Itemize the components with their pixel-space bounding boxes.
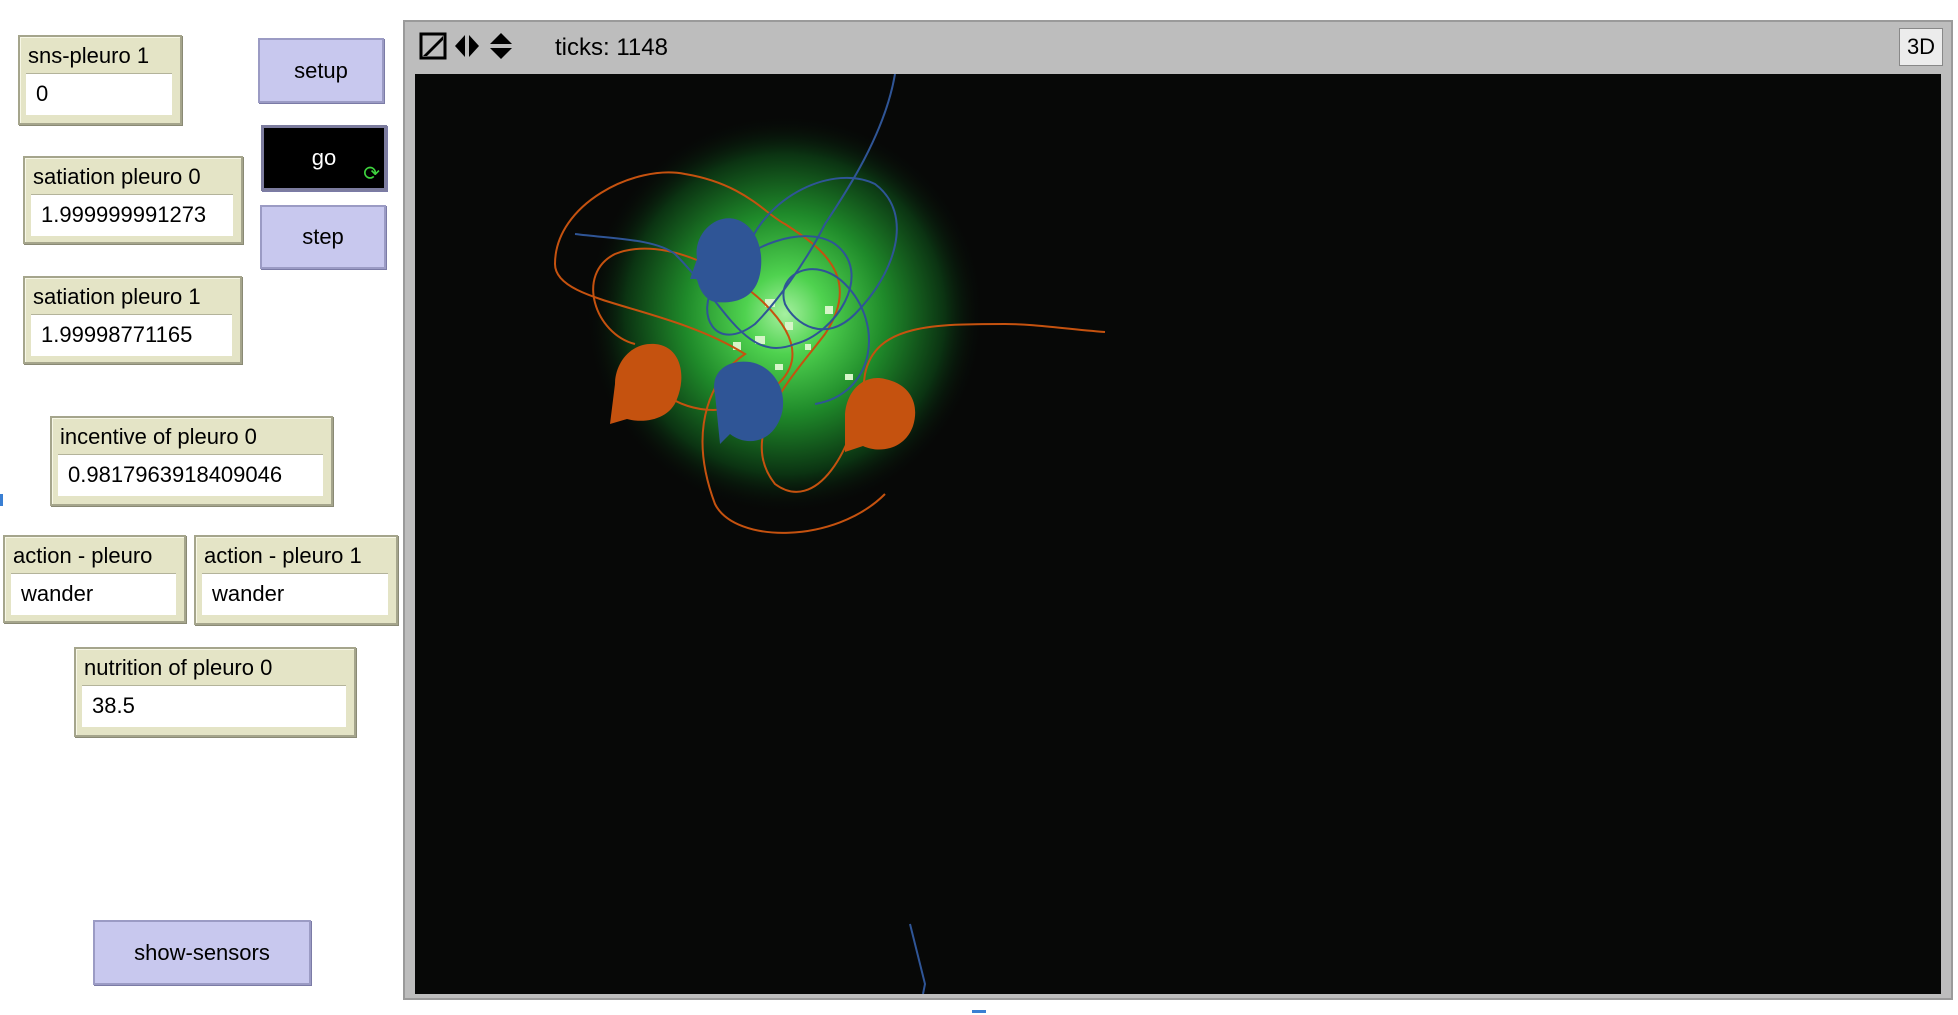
monitor-sns-pleuro-1: sns-pleuro 1 0 (18, 35, 182, 125)
monitor-value: wander (202, 573, 388, 615)
monitor-label: sns-pleuro 1 (28, 43, 150, 68)
ticks-counter: ticks: 1148 (555, 34, 668, 61)
monitor-label: incentive of pleuro 0 (60, 424, 257, 449)
monitor-label: action - pleuro (13, 543, 153, 568)
monitor-satiation-pleuro-0: satiation pleuro 0 1.999999991273 (23, 156, 243, 244)
3d-view-label: 3D (1906, 34, 1936, 59)
blue-trail-bottom (909, 923, 927, 994)
go-button[interactable]: go ⟳ (261, 125, 387, 191)
monitor-value: 1.99998771165 (31, 314, 232, 356)
left-right-arrows-icon[interactable] (453, 32, 481, 60)
monitor-label: nutrition of pleuro 0 (84, 655, 273, 680)
monitor-value: 0 (26, 73, 172, 115)
3d-view-button[interactable]: 3D (1899, 28, 1943, 66)
monitor-action-pleuro-1: action - pleuro 1 wander (194, 535, 398, 625)
monitor-label: satiation pleuro 1 (33, 284, 201, 309)
monitor-satiation-pleuro-1: satiation pleuro 1 1.99998771165 (23, 276, 242, 364)
monitor-label: action - pleuro 1 (204, 543, 362, 568)
food-patch (585, 114, 985, 514)
monitor-nutrition-pleuro-0: nutrition of pleuro 0 38.5 (74, 647, 356, 737)
left-edge-mark (0, 494, 3, 506)
monitor-action-pleuro-0: action - pleuro wander (3, 535, 186, 623)
bottom-edge-mark (972, 1010, 986, 1013)
setup-button[interactable]: setup (258, 38, 384, 103)
world-view: ticks: 1148 3D (403, 20, 1953, 1000)
monitor-value: 38.5 (82, 685, 346, 727)
step-button-label: step (302, 224, 344, 249)
monitor-value: 0.9817963918409046 (58, 454, 323, 496)
world-scene (553, 74, 1106, 994)
monitor-value: 1.999999991273 (31, 194, 233, 236)
monitor-value: wander (11, 573, 176, 615)
setup-button-label: setup (294, 57, 348, 83)
view-toolbar: ticks: 1148 3D (405, 22, 1951, 72)
show-sensors-button[interactable]: show-sensors (93, 920, 311, 985)
monitor-label: satiation pleuro 0 (33, 164, 201, 189)
world-canvas[interactable] (415, 74, 1941, 994)
forever-refresh-icon: ⟳ (363, 163, 380, 185)
pencil-square-icon[interactable] (419, 32, 447, 60)
up-down-arrows-icon[interactable] (487, 32, 515, 60)
monitor-incentive-pleuro-0: incentive of pleuro 0 0.9817963918409046 (50, 416, 333, 506)
step-button[interactable]: step (260, 205, 386, 269)
show-sensors-button-label: show-sensors (134, 939, 270, 965)
go-button-label: go (311, 145, 337, 170)
